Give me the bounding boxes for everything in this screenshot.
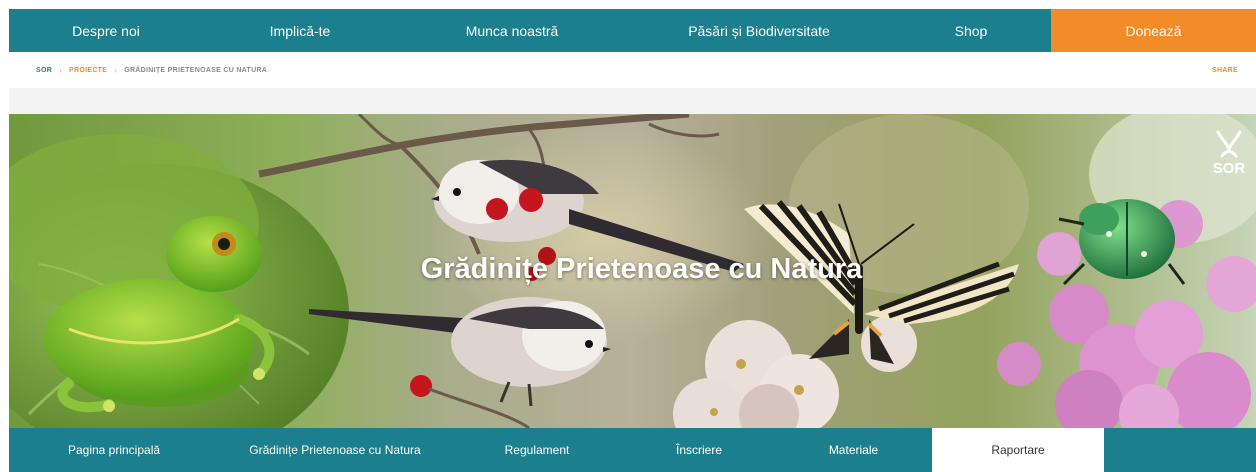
main-navigation: Despre noi Implică-te Munca noastră Păsă… (9, 9, 1256, 52)
breadcrumb-home-link[interactable]: SOR (36, 67, 52, 74)
breadcrumb-bar: SOR › PROIECTE › GRĂDINIȚE PRIETENOASE C… (9, 52, 1256, 88)
breadcrumb-separator: › (59, 65, 63, 75)
breadcrumb-separator: › (114, 65, 118, 75)
hero-banner: Grădinițe Prietenoase cu Natura SOR (9, 114, 1256, 428)
breadcrumb: SOR › PROIECTE › GRĂDINIȚE PRIETENOASE C… (36, 66, 267, 75)
tab-raportare[interactable]: Raportare (932, 428, 1104, 472)
project-subnavigation: Pagina principală Grădinițe Prietenoase … (9, 428, 1256, 472)
nav-item-pasari-biodiversitate[interactable]: Păsări și Biodiversitate (627, 9, 891, 52)
logo-text: SOR (1212, 160, 1246, 177)
donate-button[interactable]: Donează (1051, 9, 1256, 52)
tab-inscriere[interactable]: Înscriere (623, 428, 775, 472)
sor-logo[interactable]: SOR (1208, 126, 1250, 182)
spacer-strip (9, 88, 1256, 114)
nav-item-implica-te[interactable]: Implică-te (203, 9, 397, 52)
breadcrumb-current-page: GRĂDINIȚE PRIETENOASE CU NATURA (124, 66, 268, 74)
breadcrumb-section-link[interactable]: PROIECTE (69, 67, 107, 74)
nav-item-despre-noi[interactable]: Despre noi (9, 9, 203, 52)
tab-regulament[interactable]: Regulament (451, 428, 623, 472)
tab-materiale[interactable]: Materiale (775, 428, 932, 472)
share-link[interactable]: SHARE (1212, 67, 1238, 74)
hero-title: Grădinițe Prietenoase cu Natura (420, 253, 863, 285)
nav-item-munca-noastra[interactable]: Munca noastră (397, 9, 627, 52)
tab-gradinite-prietenoase[interactable]: Grădinițe Prietenoase cu Natura (219, 428, 451, 472)
nav-item-shop[interactable]: Shop (891, 9, 1051, 52)
tab-pagina-principala[interactable]: Pagina principală (9, 428, 219, 472)
